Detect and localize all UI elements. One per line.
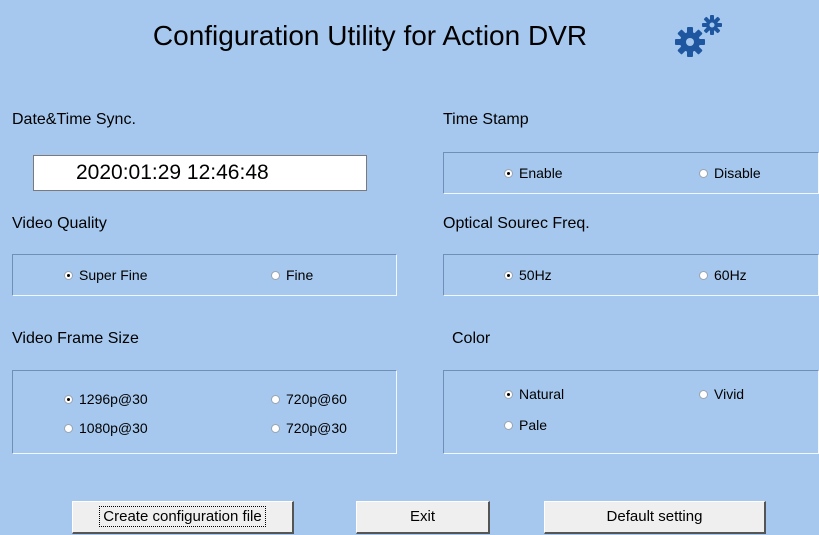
radio-icon bbox=[504, 168, 513, 178]
radio-icon bbox=[64, 270, 73, 280]
radio-icon bbox=[271, 270, 280, 280]
optical-freq-label: Optical Sourec Freq. bbox=[443, 215, 590, 232]
radio-icon bbox=[699, 168, 708, 178]
optical-freq-60hz-radio[interactable]: 60Hz bbox=[699, 267, 747, 283]
gear-icon bbox=[675, 15, 722, 57]
radio-icon bbox=[504, 389, 513, 399]
frame-size-group bbox=[12, 370, 397, 454]
page-title: Configuration Utility for Action DVR bbox=[152, 20, 588, 51]
frame-size-720p30-radio[interactable]: 720p@30 bbox=[271, 420, 347, 436]
time-stamp-label: Time Stamp bbox=[443, 111, 529, 128]
radio-icon bbox=[504, 270, 513, 280]
color-pale-radio[interactable]: Pale bbox=[504, 417, 547, 433]
color-natural-radio[interactable]: Natural bbox=[504, 386, 564, 402]
color-group bbox=[443, 370, 819, 454]
frame-size-720p60-radio[interactable]: 720p@60 bbox=[271, 391, 347, 407]
video-quality-fine-radio[interactable]: Fine bbox=[271, 267, 313, 283]
datetime-field[interactable]: 2020:01:29 12:46:48 bbox=[33, 155, 367, 191]
optical-freq-50hz-radio[interactable]: 50Hz bbox=[504, 267, 552, 283]
color-vivid-radio[interactable]: Vivid bbox=[699, 386, 744, 402]
video-quality-super-fine-radio[interactable]: Super Fine bbox=[64, 267, 147, 283]
radio-icon bbox=[64, 394, 73, 404]
optical-freq-group bbox=[443, 254, 819, 296]
time-stamp-group bbox=[443, 152, 819, 194]
exit-button[interactable]: Exit bbox=[356, 501, 490, 534]
radio-icon bbox=[504, 420, 513, 430]
time-stamp-enable-radio[interactable]: Enable bbox=[504, 165, 563, 181]
frame-size-1296p30-radio[interactable]: 1296p@30 bbox=[64, 391, 148, 407]
video-quality-label: Video Quality bbox=[12, 215, 107, 232]
time-stamp-disable-radio[interactable]: Disable bbox=[699, 165, 761, 181]
frame-size-label: Video Frame Size bbox=[12, 330, 139, 347]
create-config-button[interactable]: Create configuration file bbox=[72, 501, 294, 534]
radio-icon bbox=[271, 423, 280, 433]
radio-icon bbox=[271, 394, 280, 404]
frame-size-1080p30-radio[interactable]: 1080p@30 bbox=[64, 420, 148, 436]
default-setting-button[interactable]: Default setting bbox=[544, 501, 766, 534]
color-label: Color bbox=[452, 330, 491, 347]
radio-icon bbox=[699, 389, 708, 399]
radio-icon bbox=[699, 270, 708, 280]
radio-icon bbox=[64, 423, 73, 433]
datetime-label: Date&Time Sync. bbox=[12, 111, 136, 128]
